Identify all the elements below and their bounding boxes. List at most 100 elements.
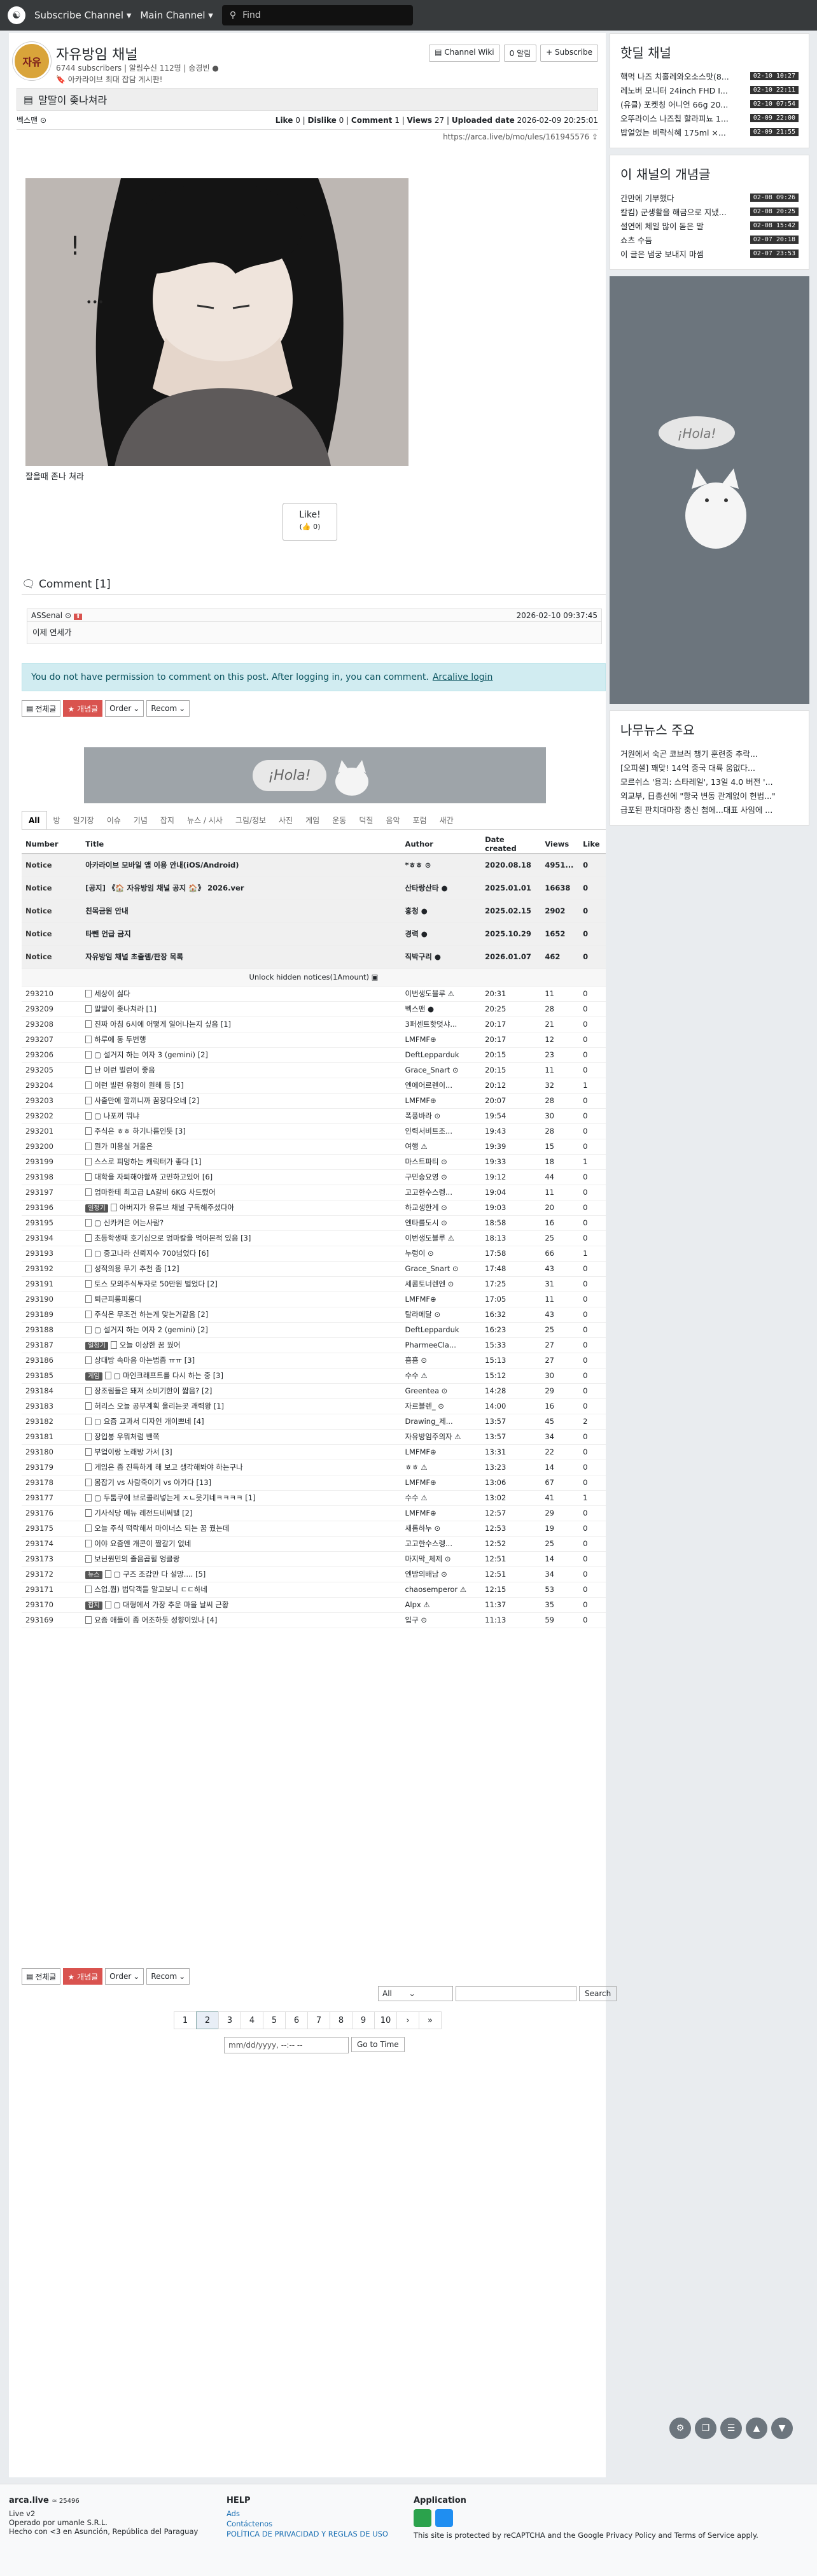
post-title-cell[interactable]: 초등학생때 호기심으로 엄마칼을 먹어본적 있음 [3]	[81, 1230, 402, 1246]
post-author-cell[interactable]: 홍청 ●	[401, 899, 482, 923]
table-row[interactable]: 293174 이야 요즘엔 개콘이 짤갈기 없네 고고한수스렝... 12:52 25 0	[22, 1536, 606, 1552]
post-author-cell[interactable]: 마스트파티 ⊙	[401, 1154, 482, 1170]
tab-category[interactable]: 기념	[127, 811, 154, 829]
post-author-cell[interactable]: DeftLepparduk	[401, 1047, 482, 1063]
post-author-cell[interactable]: Grace_Snart ⊙	[401, 1062, 482, 1078]
main-channel-menu[interactable]: Main Channel ▾	[140, 10, 213, 21]
post-title-cell[interactable]: 세상이 싫다	[81, 986, 402, 1002]
post-author-cell[interactable]: 여행 ⚠	[401, 1139, 482, 1155]
search-scope-select[interactable]: All ⌄	[378, 1986, 453, 2001]
sidebar-item[interactable]: 쇼츠 수듬 02-07 20:18	[620, 232, 799, 246]
tab-category[interactable]: 사진	[272, 811, 299, 829]
tab-category[interactable]: All	[22, 811, 47, 829]
post-author-cell[interactable]: LMFMF⊕	[401, 1444, 482, 1460]
table-row[interactable]: 293181 장입봉 우뭐처럼 밴쪽 자유방임주의자 ⚠ 13:57 34 0	[22, 1429, 606, 1445]
post-title-cell[interactable]: 보닌뭔민의 졸음곱힐 엉클랑	[81, 1551, 402, 1567]
sidebar-item[interactable]: 거원에서 숙곤 코브러 챙기 훈련중 추락...	[620, 746, 799, 760]
order-select-bottom[interactable]: Order ⌄	[105, 1968, 144, 1985]
table-row[interactable]: 293188 ▢ 설거지 하는 여자 2 (gemini) [2] DeftLepp…	[22, 1322, 606, 1338]
post-title-cell[interactable]: [공지] 《🏠 자유방임 채널 공지 🏠》 2026.ver	[81, 876, 402, 900]
post-title-cell[interactable]: 진짜 아침 6시에 어떻게 일어나는지 싶음 [1]	[81, 1017, 402, 1032]
news-title[interactable]: 나무뉴스 주요	[620, 720, 799, 738]
page-button[interactable]: 9	[352, 2011, 375, 2029]
tab-category[interactable]: 덕질	[353, 811, 379, 829]
post-author-cell[interactable]: 인력서비트조...	[401, 1123, 482, 1139]
order-select[interactable]: Order ⌄	[105, 700, 144, 717]
ad-banner[interactable]: ¡Hola!	[84, 747, 546, 803]
post-title-cell[interactable]: 성적의용 무기 추천 좀 [12]	[81, 1261, 402, 1277]
page-button[interactable]: 3	[218, 2011, 241, 2029]
post-author-cell[interactable]: chaosemperor ⚠	[401, 1582, 482, 1598]
table-row[interactable]: 293199 스스로 피멍하는 캐릭터가 좋다 [1] 마스트파티 ⊙ 19:33 18…	[22, 1154, 606, 1170]
post-title-cell[interactable]: 퇴근피롱피롱디	[81, 1292, 402, 1307]
table-row[interactable]: 293194 초등학생때 호기심으로 엄마칼을 먹어본적 있음 [3] 이번생도블루…	[22, 1230, 606, 1246]
scroll-down-fab[interactable]: ▼	[771, 2418, 793, 2439]
google-play-icon[interactable]	[414, 2509, 431, 2527]
tab-category[interactable]: 잡지	[154, 811, 181, 829]
post-title-cell[interactable]: 아카라이브 모바일 앱 이용 안내(iOS/Android)	[81, 854, 402, 877]
settings-fab[interactable]: ⚙	[669, 2418, 691, 2439]
sidebar-item[interactable]: (유클) 포켓칭 어니언 66g 20... 02-10 07:54	[620, 97, 799, 111]
post-title-cell[interactable]: 토스 모의주식투자로 50만원 벌었다 [2]	[81, 1276, 402, 1292]
post-author-cell[interactable]: LMFMF⊕	[401, 1093, 482, 1109]
comment-author[interactable]: ASSenal ⊙ ⬆	[31, 611, 83, 620]
table-row[interactable]: 293189 주식은 무조건 하는게 맞는거같음 [2] 탈라메달 ⊙ 16:32 43…	[22, 1307, 606, 1323]
post-author-cell[interactable]: 수수 ⚠	[401, 1368, 482, 1384]
best-posts-button-bottom[interactable]: ★ 개념글	[63, 1968, 103, 1985]
sidebar-item[interactable]: 핵먹 나즈 치홀레와오소스맛(8... 02-10 10:27	[620, 69, 799, 83]
table-row[interactable]: Notice 친목금원 안내 홍청 ● 2025.02.15 2902 0	[22, 899, 606, 923]
post-title-cell[interactable]: ▢ 중고나라 신뢰지수 700넘었다 [6]	[81, 1246, 402, 1262]
post-title-cell[interactable]: 일정기 아버지가 유튜브 채널 구독해주셨다아	[81, 1200, 402, 1216]
table-row[interactable]: Notice 자유방임 채널 초출렘/판장 목록 직박구리 ● 2026.01.07 4…	[22, 945, 606, 969]
post-title-cell[interactable]: 요즘 애들이 좀 어조하듯 성향이있나 [4]	[81, 1612, 402, 1628]
post-title-cell[interactable]: ▢ 나포끼 뭐냐	[81, 1108, 402, 1124]
table-row[interactable]: 293202 ▢ 나포끼 뭐냐 폭풍바라 ⊙ 19:54 30 0	[22, 1108, 606, 1124]
table-row[interactable]: 293192 성적의용 무기 추천 좀 [12] Grace_Snart ⊙ 17:4…	[22, 1261, 606, 1277]
post-author-cell[interactable]: 엔타를도시 ⊙	[401, 1215, 482, 1231]
table-row[interactable]: 293180 부업이랑 노래방 가서 [3] LMFMF⊕ 13:31 22 0	[22, 1444, 606, 1460]
post-author-cell[interactable]: 3퍼센트핫덧샤...	[401, 1017, 482, 1032]
post-author-cell[interactable]: 새롭하누 ⊙	[401, 1521, 482, 1537]
table-row[interactable]: 293206 ▢ 설거지 하는 여자 3 (gemini) [2] DeftLepp…	[22, 1047, 606, 1063]
post-author-cell[interactable]: 입구 ⊙	[401, 1612, 482, 1628]
post-author-cell[interactable]: 산타랑산타 ●	[401, 876, 482, 900]
sidebar-item[interactable]: 외교부, 日총선에 "항국 변동 관계없이 헌법..."	[620, 788, 799, 802]
scroll-up-fab[interactable]: ▲	[746, 2418, 767, 2439]
post-author[interactable]: 벡스맨 ⊙	[17, 115, 46, 125]
table-row[interactable]: 293169 요즘 애들이 좀 어조하듯 성향이있나 [4] 입구 ⊙ 11:13 59…	[22, 1612, 606, 1628]
table-row[interactable]: 293190 퇴근피롱피롱디 LMFMF⊕ 17:05 11 0	[22, 1292, 606, 1307]
table-row[interactable]: 293175 오늘 주식 떡락해서 마이너스 되는 꿈 꿨는데 새롭하누 ⊙ 12:5…	[22, 1521, 606, 1537]
tab-category[interactable]: 운동	[326, 811, 353, 829]
post-author-cell[interactable]: 자유방임주의자 ⚠	[401, 1429, 482, 1445]
post-title-cell[interactable]: 난 이런 빌런이 좋음	[81, 1062, 402, 1078]
post-title-cell[interactable]: 스업.뭡) 법닥객들 알고보니 ㄷㄷ하네	[81, 1582, 402, 1598]
subscribe-button[interactable]: + Subscribe	[540, 45, 598, 62]
page-button[interactable]: 8	[330, 2011, 353, 2029]
post-title-cell[interactable]: 자유방임 채널 초출렘/판장 목록	[81, 945, 402, 969]
table-row[interactable]: 293172 뉴스 ▢ 구즈 조갑만 다 설망.... [5] 엔밤의배남 ⊙ 12:5…	[22, 1566, 606, 1582]
privacy-link[interactable]: POLÍTICA DE PRIVACIDAD Y REGLAS DE USO	[227, 2530, 388, 2538]
table-row[interactable]: 293205 난 이런 빌런이 좋음 Grace_Snart ⊙ 20:15 11 0	[22, 1062, 606, 1078]
post-author-cell[interactable]: 벡스맨 ●	[401, 1001, 482, 1017]
board-search-button[interactable]: Search	[579, 1986, 617, 2001]
table-row[interactable]: 293209 말딸이 좆나쳐라 [1] 벡스맨 ● 20:25 28 0	[22, 1001, 606, 1017]
post-author-cell[interactable]: Greentea ⊙	[401, 1383, 482, 1399]
post-title-cell[interactable]: 오늘 주식 떡락해서 마이너스 되는 꿈 꿨는데	[81, 1521, 402, 1537]
post-title-cell[interactable]: 장입봉 우뭐처럼 밴쪽	[81, 1429, 402, 1445]
post-title-cell[interactable]: 뭔가 미용실 거울은	[81, 1139, 402, 1155]
post-title-cell[interactable]: 말딸이 좆나쳐라 [1]	[81, 1001, 402, 1017]
post-author-cell[interactable]: 경력 ●	[401, 922, 482, 946]
post-author-cell[interactable]: 하교생한게 ⊙	[401, 1200, 482, 1216]
table-row[interactable]: 293200 뭔가 미용실 거울은 여행 ⚠ 19:39 15 0	[22, 1139, 606, 1155]
sidebar-item[interactable]: 모르쉬스 '용괴: 스타레일', 13일 4.0 버전 '...	[620, 774, 799, 788]
post-author-cell[interactable]: 폭풍바라 ⊙	[401, 1108, 482, 1124]
post-title-cell[interactable]: 대학을 자퇴해야할까 고민하고있어 [6]	[81, 1169, 402, 1185]
post-title-cell[interactable]: ▢ 신카커은 어는사람?	[81, 1215, 402, 1231]
post-title-cell[interactable]: 스스로 피멍하는 캐릭터가 좋다 [1]	[81, 1154, 402, 1170]
post-url[interactable]: https://arca.live/b/mo/ules/161945576 ⇪	[17, 132, 598, 141]
tab-category[interactable]: 뉴스 / 시사	[181, 811, 229, 829]
table-row[interactable]: Notice 아카라이브 모바일 앱 이용 안내(iOS/Android) *ㅎㅎ …	[22, 854, 606, 877]
post-title-cell[interactable]: 이야 요즘엔 개콘이 짤갈기 없네	[81, 1536, 402, 1552]
post-author-cell[interactable]: Drawing_제...	[401, 1414, 482, 1430]
table-row[interactable]: 293191 토스 모의주식투자로 50만원 벌었다 [2] 세콤토너렌엔 ⊙ 17:…	[22, 1276, 606, 1292]
